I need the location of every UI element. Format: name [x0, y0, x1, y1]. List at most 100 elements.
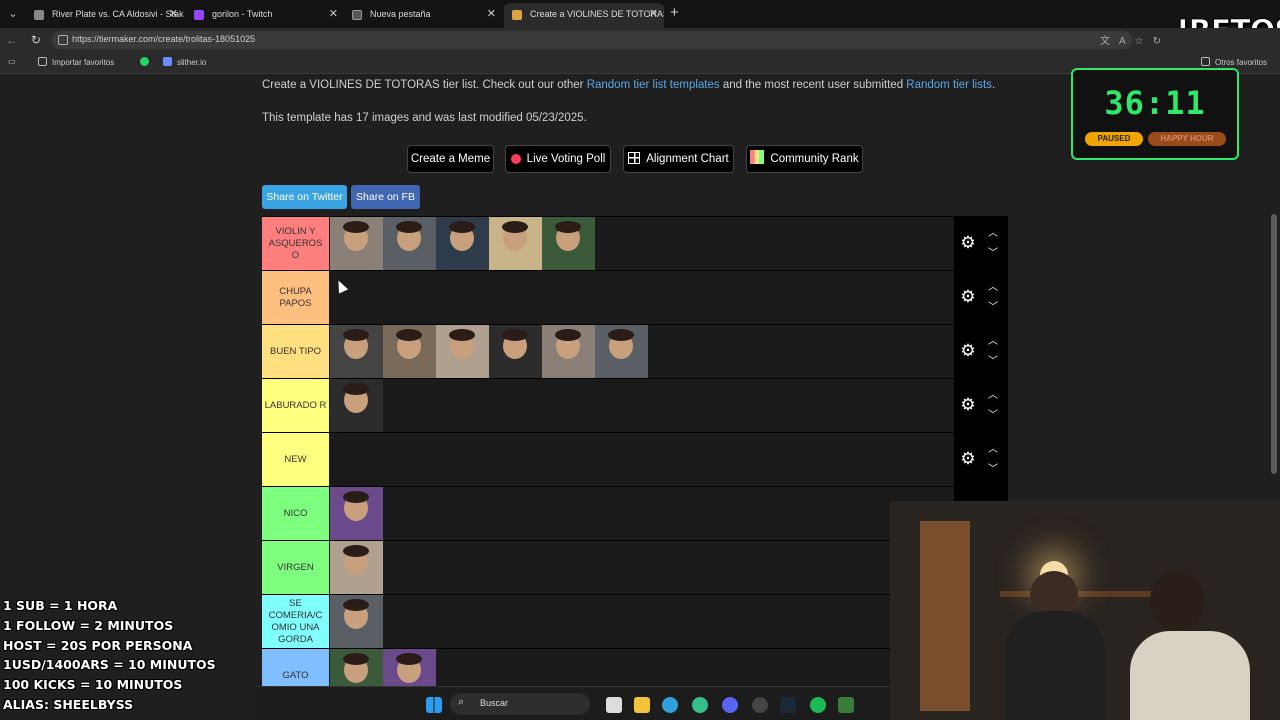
tier-label[interactable]: NEW [262, 433, 329, 486]
tab-new-page[interactable]: Nueva pestaña ✕ [344, 3, 502, 28]
settings-gear-icon[interactable]: ⚙ [959, 396, 977, 414]
task-view-icon[interactable] [606, 697, 622, 713]
tier-controls: ⚙ ︿ ﹀ [954, 325, 1008, 379]
settings-gear-icon[interactable]: ⚙ [959, 342, 977, 360]
tab-list-chevron-icon[interactable]: ⌄ [4, 5, 22, 23]
template-info: This template has 17 images and was last… [262, 112, 587, 124]
rule-line: 1 FOLLOW = 2 MINUTOS [3, 617, 174, 633]
tier-image[interactable] [330, 217, 383, 270]
stream-rules-overlay: 1 SUB = 1 HORA 1 FOLLOW = 2 MINUTOS HOST… [3, 596, 216, 715]
tier-label[interactable]: LABURADO R [262, 379, 329, 432]
taskbar-search[interactable]: ⌕ Buscar [450, 693, 590, 715]
tab-stake[interactable]: River Plate vs. CA Aldosivi - Stake. ✕ [26, 3, 184, 28]
tier-label[interactable]: VIRGEN [262, 541, 329, 594]
site-info-icon[interactable] [58, 35, 68, 45]
share-twitter-button[interactable]: Share on Twitter [262, 185, 347, 209]
tier-label[interactable]: VIOLIN Y ASQUEROS O [262, 217, 329, 270]
close-tab-icon[interactable]: ✕ [649, 3, 658, 26]
tier-image[interactable] [542, 217, 595, 270]
tier-image[interactable] [489, 325, 542, 378]
tab-twitch[interactable]: gorilon - Twitch ✕ [186, 3, 344, 28]
move-down-chevron-icon[interactable]: ﹀ [987, 411, 999, 421]
sidebar-toggle-icon[interactable]: ▭ [8, 57, 16, 66]
tier-image[interactable] [330, 379, 383, 432]
tier-image[interactable] [330, 325, 383, 378]
favorite-star-icon[interactable]: ☆ [1135, 36, 1153, 47]
person-hair-shape [343, 329, 369, 341]
back-arrow-icon[interactable]: ← [4, 32, 20, 48]
tier-image[interactable] [436, 325, 489, 378]
tier-label[interactable]: BUEN TIPO [262, 325, 329, 378]
tier-label[interactable]: CHUPA PAPOS [262, 271, 329, 324]
person-hair-shape [343, 491, 369, 503]
tier-image[interactable] [383, 325, 436, 378]
tier-items [330, 541, 383, 594]
move-down-chevron-icon[interactable]: ﹀ [987, 249, 999, 259]
edge-dev-icon[interactable] [692, 697, 708, 713]
move-down-chevron-icon[interactable]: ﹀ [987, 357, 999, 367]
alignment-chart-button[interactable]: Alignment Chart [623, 145, 734, 173]
tier-image[interactable] [489, 217, 542, 270]
button-label: Community Rank [770, 153, 859, 165]
tier-label[interactable]: NICO [262, 487, 329, 540]
tier-image[interactable] [383, 217, 436, 270]
badge-label: HAPPY HOUR [1160, 134, 1214, 143]
steam-icon[interactable] [780, 697, 796, 713]
file-explorer-icon[interactable] [634, 697, 650, 713]
move-up-chevron-icon[interactable]: ︿ [987, 337, 999, 347]
url-field[interactable]: https://tiermaker.com/create/trolitas-18… [52, 31, 1132, 49]
community-rank-button[interactable]: Community Rank [746, 145, 863, 173]
scrollbar-thumb[interactable] [1271, 214, 1277, 474]
read-aloud-icon[interactable]: A [1119, 36, 1135, 47]
move-up-chevron-icon[interactable]: ︿ [987, 445, 999, 455]
intro-prefix: Create a VIOLINES DE TOTORAS tier list. … [262, 79, 587, 91]
move-up-chevron-icon[interactable]: ︿ [987, 283, 999, 293]
random-templates-link[interactable]: Random tier list templates [587, 79, 720, 91]
spotify-icon[interactable] [810, 697, 826, 713]
bookmark-import[interactable]: Importar favoritos [38, 57, 114, 67]
refresh-page-icon[interactable]: ↻ [1153, 36, 1170, 47]
search-icon: ⌕ [458, 696, 465, 708]
move-up-chevron-icon[interactable]: ︿ [987, 229, 999, 239]
tier-label[interactable]: SE COMERIA/C OMIO UNA GORDA [262, 595, 329, 648]
tab-title: River Plate vs. CA Aldosivi - Stake. [52, 9, 184, 19]
obs-icon[interactable] [752, 697, 768, 713]
tier-controls: ⚙ ︿ ﹀ [954, 271, 1008, 325]
rule-line: HOST = 20S POR PERSONA [3, 637, 193, 653]
move-down-chevron-icon[interactable]: ﹀ [987, 465, 999, 475]
tier-image[interactable] [330, 541, 383, 594]
close-tab-icon[interactable]: ✕ [169, 3, 178, 26]
reload-icon[interactable]: ↻ [28, 32, 44, 48]
move-down-chevron-icon[interactable]: ﹀ [987, 303, 999, 313]
settings-gear-icon[interactable]: ⚙ [959, 450, 977, 468]
new-tab-plus-icon[interactable]: + [670, 4, 679, 21]
windows-start-icon[interactable] [426, 697, 442, 713]
random-tier-lists-link[interactable]: Random tier lists [906, 79, 992, 91]
close-tab-icon[interactable]: ✕ [329, 3, 338, 26]
tier-image[interactable] [542, 325, 595, 378]
tier-items [330, 595, 383, 648]
bookmark-whatsapp[interactable] [140, 57, 154, 67]
close-tab-icon[interactable]: ✕ [487, 3, 496, 26]
create-meme-button[interactable]: Create a Meme [407, 145, 494, 173]
live-voting-poll-button[interactable]: Live Voting Poll [505, 145, 611, 173]
tab-tiermaker[interactable]: Create a VIOLINES DE TOTORAS T ✕ [504, 3, 664, 28]
discord-icon[interactable] [722, 697, 738, 713]
move-up-chevron-icon[interactable]: ︿ [987, 391, 999, 401]
intro-text: Create a VIOLINES DE TOTORAS tier list. … [262, 79, 995, 91]
tier-image[interactable] [330, 487, 383, 540]
intro-suffix: . [991, 79, 996, 91]
translate-icon[interactable]: 文 [1100, 36, 1119, 47]
tier-image[interactable] [330, 595, 383, 648]
person-hair-shape [343, 221, 369, 233]
settings-gear-icon[interactable]: ⚙ [959, 288, 977, 306]
minecraft-icon[interactable] [838, 697, 854, 713]
settings-gear-icon[interactable]: ⚙ [959, 234, 977, 252]
tier-image[interactable] [436, 217, 489, 270]
tier-image[interactable] [595, 325, 648, 378]
share-fb-button[interactable]: Share on FB [351, 185, 420, 209]
grid-icon [628, 152, 641, 164]
bookmark-slither[interactable]: slither.io [163, 57, 206, 67]
edge-icon[interactable] [662, 697, 678, 713]
other-bookmarks[interactable]: Otros favoritos [1201, 57, 1267, 67]
